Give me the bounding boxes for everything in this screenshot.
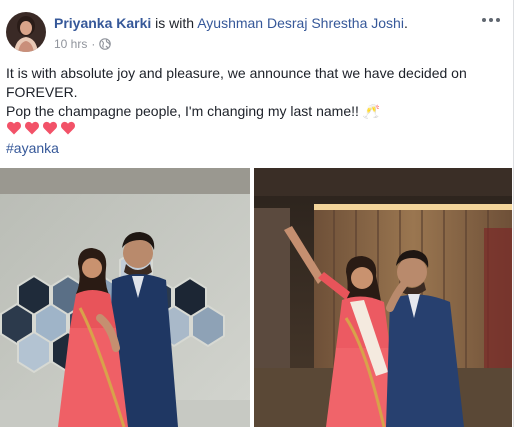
heart-icon	[24, 120, 40, 138]
engagement-photo-celebration[interactable]	[254, 168, 512, 427]
more-dot	[489, 18, 493, 22]
heart-icon	[42, 120, 58, 138]
more-dot	[482, 18, 486, 22]
author-avatar[interactable]	[6, 12, 46, 52]
heart-icon	[60, 120, 76, 138]
post-body: It is with absolute joy and pleasure, we…	[6, 64, 506, 121]
author-name[interactable]: Priyanka Karki	[54, 15, 151, 31]
headline-period: .	[403, 15, 408, 31]
globe-icon[interactable]	[99, 38, 112, 50]
with-text: is with	[151, 15, 198, 31]
post-text-line-2: Pop the champagne people, I'm changing m…	[6, 103, 381, 119]
tagged-person[interactable]: Ayushman Desraj Shrestha Joshi	[197, 15, 404, 31]
heart-icon	[6, 120, 22, 138]
hearts-row	[6, 120, 76, 138]
post-meta: 10 hrs ·	[54, 36, 112, 52]
meta-separator: ·	[91, 37, 96, 51]
more-dot	[496, 18, 500, 22]
post-text-line-1: It is with absolute joy and pleasure, we…	[6, 65, 467, 100]
hashtag-link[interactable]: #ayanka	[6, 139, 59, 157]
engagement-photo-hexagon-wall[interactable]	[0, 168, 250, 427]
post-headline: Priyanka Karki is with Ayushman Desraj S…	[54, 14, 408, 32]
facebook-post: Priyanka Karki is with Ayushman Desraj S…	[0, 0, 514, 427]
more-options-icon[interactable]	[479, 10, 503, 30]
post-timestamp[interactable]: 10 hrs	[54, 36, 87, 52]
